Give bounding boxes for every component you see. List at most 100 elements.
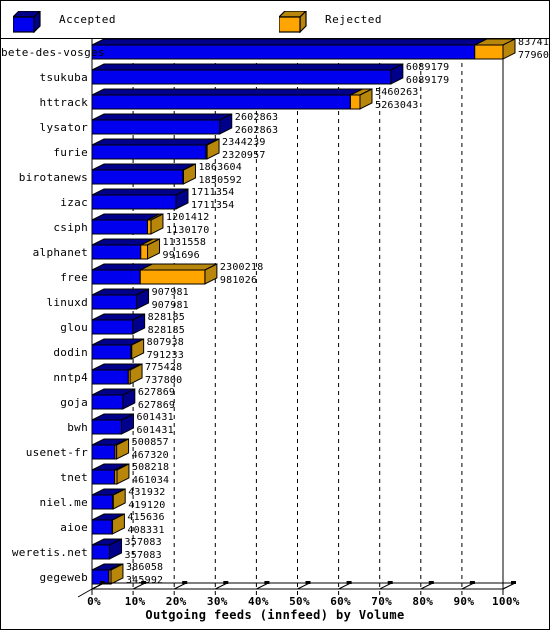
category-label: tsukuba (39, 71, 88, 84)
x-tick-label: 40% (248, 595, 269, 608)
bar-group (91, 313, 146, 335)
value-label-accepted: 991696 (162, 250, 200, 261)
value-label-total: 1711354 (190, 187, 235, 198)
value-label-total: 1201412 (165, 212, 210, 223)
bar-group (91, 238, 161, 260)
value-label-accepted: 1711354 (190, 200, 235, 211)
legend-label-rejected: Rejected (325, 13, 382, 26)
bar-group (91, 463, 130, 485)
value-label-accepted: 791233 (146, 350, 184, 361)
value-label-accepted: 2320957 (222, 150, 266, 161)
bar-group (91, 138, 220, 160)
legend-label-accepted: Accepted (59, 13, 116, 26)
category-label: niel.me (39, 496, 88, 509)
value-label-total: 907981 (151, 287, 189, 298)
bar-group (91, 538, 123, 560)
value-label-accepted: 981026 (219, 275, 258, 286)
value-label-total: 6089179 (405, 62, 450, 73)
value-label-total: 828185 (147, 312, 185, 323)
value-label-accepted: 5263043 (374, 100, 419, 111)
category-label: gegeweb (39, 571, 88, 584)
bar-group (91, 188, 189, 210)
plot-area: bete-des-vosges 8374109 7796037 tsukuba 6089… (1, 37, 550, 629)
cube-icon (279, 11, 307, 33)
category-label: linuxd (46, 296, 88, 309)
x-tick-label: 20% (165, 595, 187, 608)
bar-group (91, 263, 218, 285)
value-label-total: 386058 (125, 562, 164, 573)
category-label: usenet-fr (25, 446, 88, 459)
x-tick-label: 70% (371, 595, 393, 608)
value-label-accepted: 828185 (147, 325, 185, 336)
category-label: aioe (60, 521, 88, 534)
x-tick-label: 100% (492, 595, 520, 608)
chart-window: Accepted Rejected bete-des-vosges 8374109… (0, 0, 550, 630)
category-label: glou (60, 321, 88, 334)
value-label-total: 1863604 (198, 162, 242, 173)
value-label-accepted: 408331 (127, 525, 165, 536)
category-label: bete-des-vosges (1, 46, 105, 59)
value-label-accepted: 907981 (151, 300, 189, 311)
x-tick-label: 30% (206, 595, 228, 608)
value-label-total: 775428 (145, 362, 183, 373)
value-label-accepted: 2602863 (234, 125, 279, 136)
value-label-accepted: 461034 (131, 475, 170, 486)
value-label-total: 627869 (137, 387, 176, 398)
bar-group (91, 413, 135, 435)
bar-group (91, 563, 124, 585)
category-label: furie (53, 146, 88, 159)
value-label-total: 2344239 (222, 137, 266, 148)
value-label-accepted: 419120 (128, 500, 166, 511)
bar-group (91, 63, 404, 85)
value-label-accepted: 1130170 (165, 225, 210, 236)
bar-group (91, 438, 130, 460)
value-label-accepted: 345992 (125, 575, 164, 586)
category-label: nntp4 (53, 371, 88, 384)
value-label-total: 5460263 (374, 87, 419, 98)
value-label-total: 357083 (124, 537, 162, 548)
value-label-accepted: 467320 (131, 450, 169, 461)
category-label: izac (60, 196, 88, 209)
value-label-total: 431932 (128, 487, 166, 498)
value-label-total: 1131558 (162, 237, 207, 248)
bar-group (91, 213, 164, 235)
chart-legend: Accepted Rejected (1, 1, 549, 39)
bar-group (91, 488, 126, 510)
category-label: goja (60, 396, 88, 409)
bar-group (91, 113, 233, 135)
category-label: csiph (53, 221, 88, 234)
value-label-accepted: 737800 (145, 375, 183, 386)
x-tick-label: 50% (289, 595, 310, 608)
x-tick-label: 60% (330, 595, 351, 608)
category-label: weretis.net (11, 546, 88, 559)
value-label-total: 2300218 (219, 262, 264, 273)
category-label: bwh (67, 421, 88, 434)
category-label: free (60, 271, 88, 284)
bar-group (91, 88, 373, 110)
axis-title: Outgoing feeds (innfeed) by Volume (145, 608, 405, 622)
value-label-total: 601431 (136, 412, 174, 423)
value-label-total: 807938 (146, 337, 184, 348)
category-label: birotanews (18, 171, 88, 184)
category-label: alphanet (32, 246, 88, 259)
value-label-accepted: 357083 (124, 550, 162, 561)
category-label: dodin (53, 346, 88, 359)
value-label-accepted: 627869 (137, 400, 176, 411)
x-tick-label: 80% (412, 595, 434, 608)
x-tick-label: 10% (124, 595, 146, 608)
bar-group (91, 288, 150, 310)
category-label: tnet (60, 471, 88, 484)
bar-group (91, 388, 136, 410)
category-label: lysator (39, 121, 88, 134)
x-tick-label: 0% (87, 595, 101, 608)
bar-group (91, 39, 516, 60)
value-label-accepted: 601431 (136, 425, 174, 436)
bar-group (91, 338, 145, 360)
x-tick-label: 90% (453, 595, 475, 608)
value-label-total: 500857 (131, 437, 169, 448)
value-label-total: 2602863 (234, 112, 279, 123)
value-label-total: 508218 (131, 462, 170, 473)
bar-group (91, 513, 125, 535)
bar-group (91, 363, 143, 385)
bar-group (91, 163, 196, 185)
